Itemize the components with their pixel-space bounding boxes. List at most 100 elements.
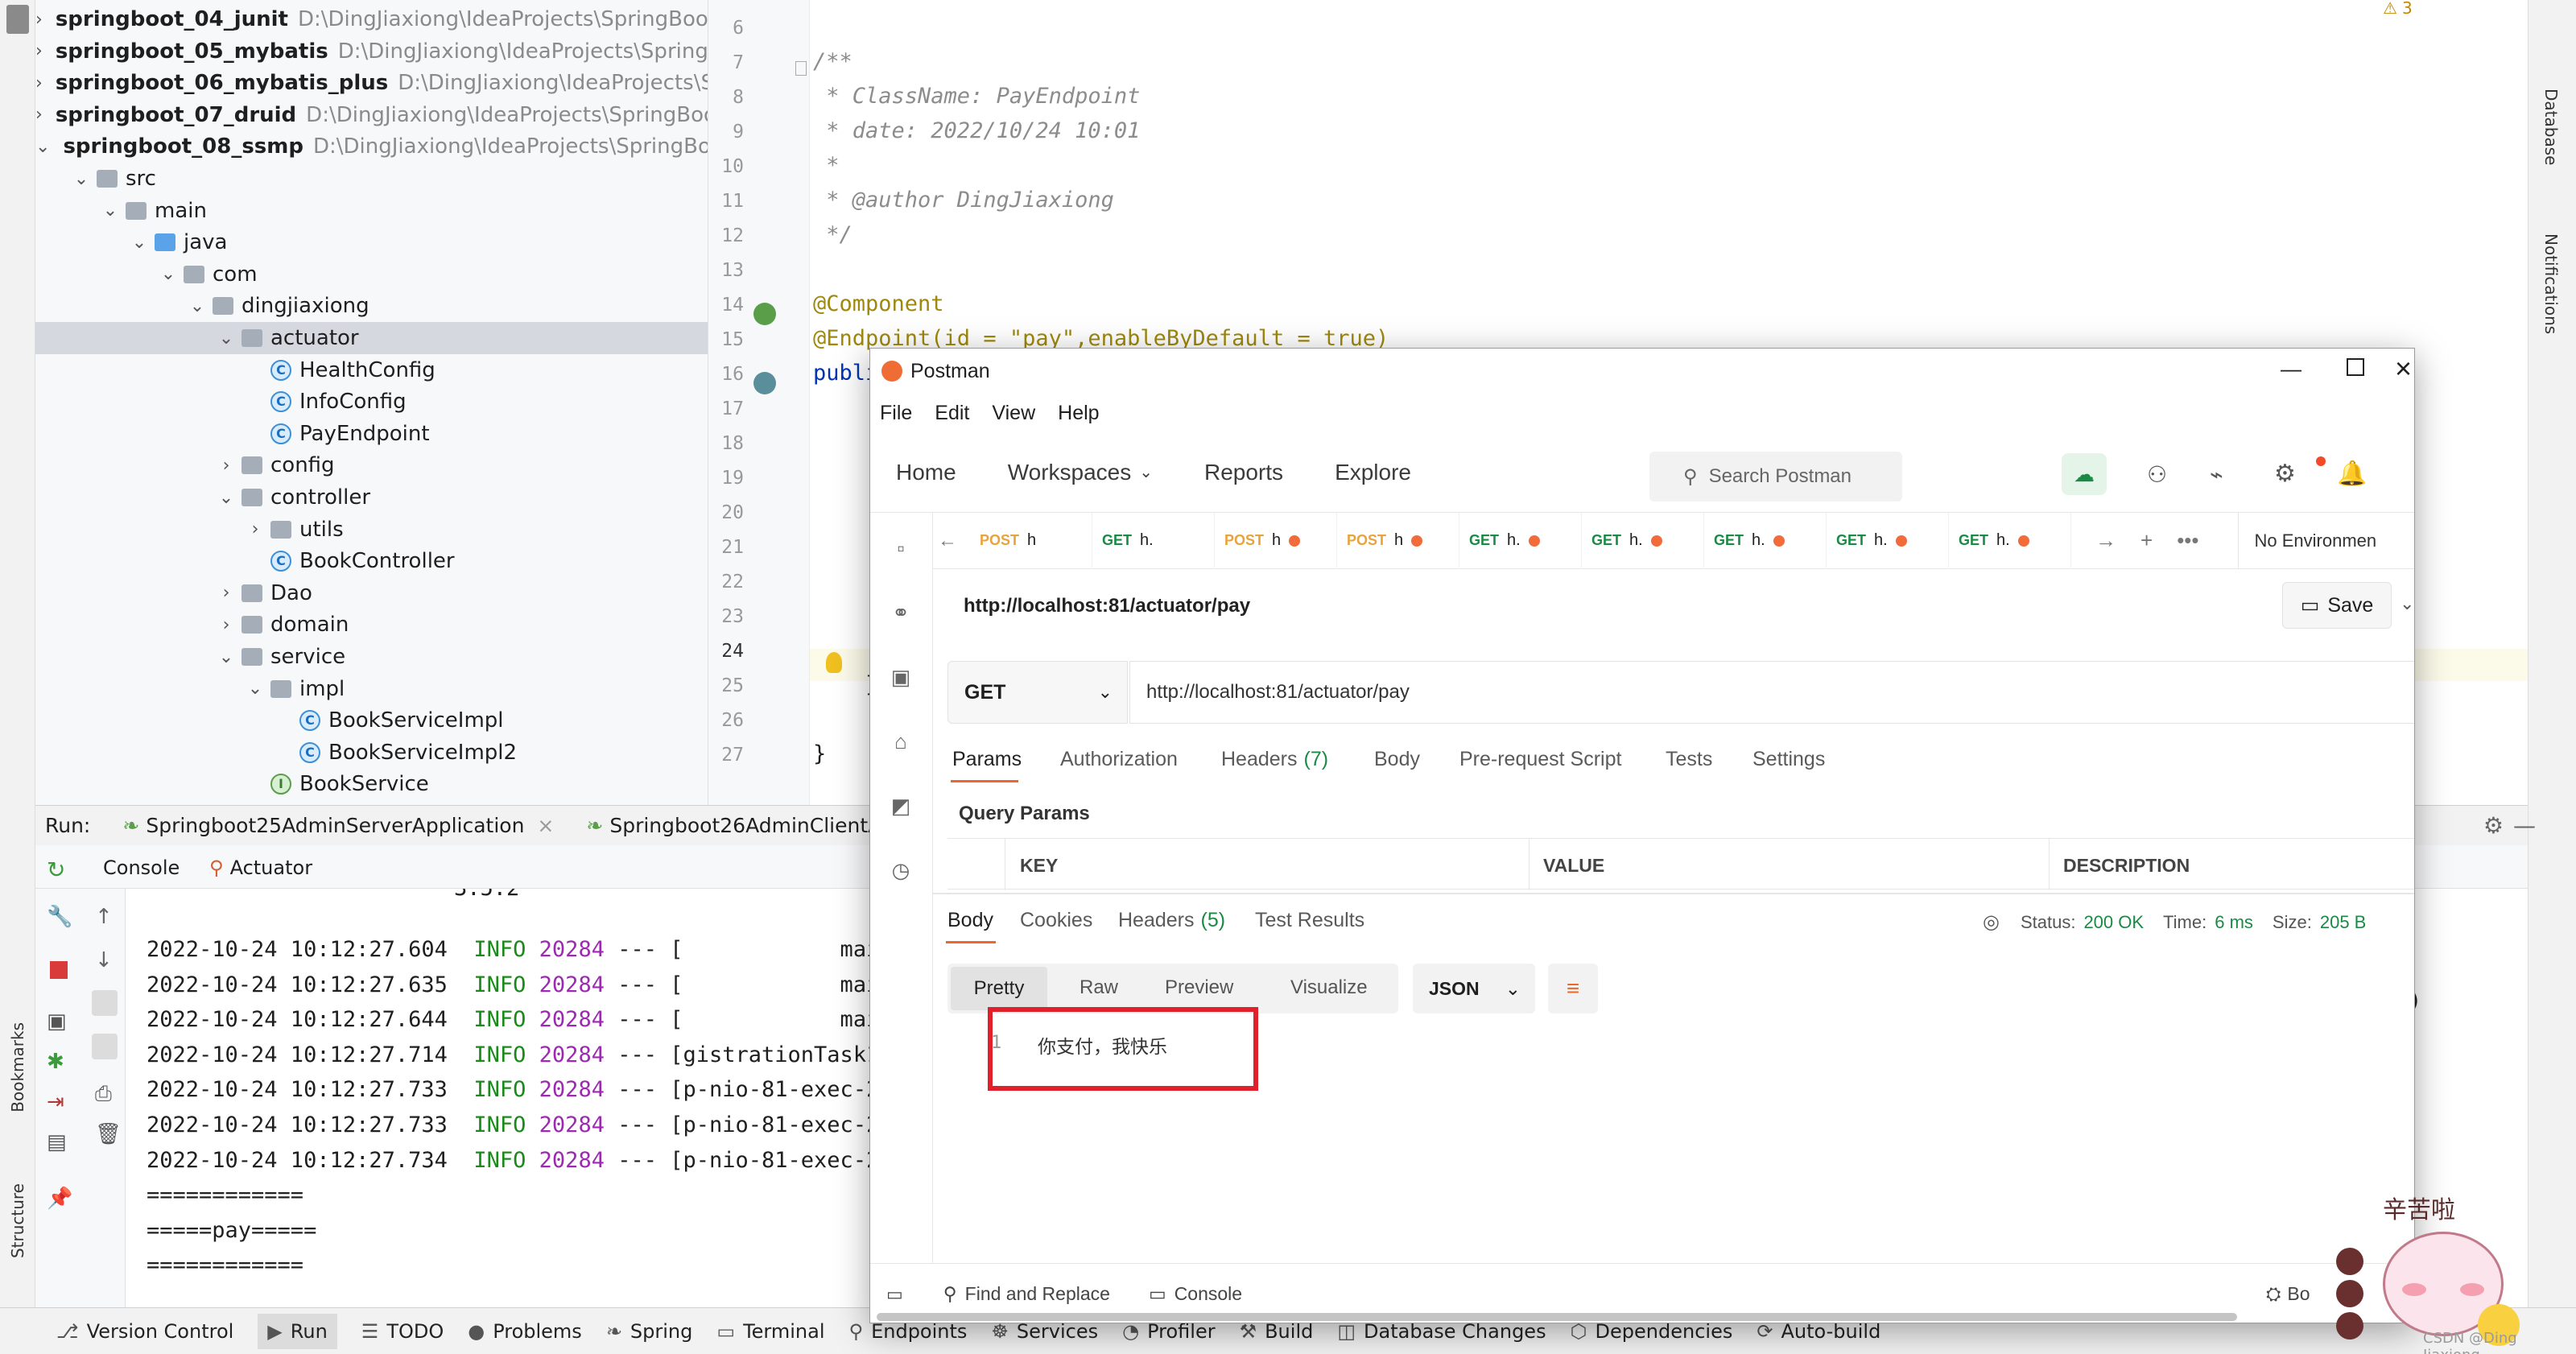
chevron-down-icon[interactable]: ⌄ [216,328,237,349]
settings-icon[interactable]: ⚙ [2274,460,2296,488]
login-icon[interactable]: ⇥ [47,1090,64,1114]
tree-item[interactable]: ⌄ springboot_08_ssmp D:\DingJiaxiong\IdeaP… [35,130,708,163]
bell-icon[interactable]: 🔔 [2337,460,2367,488]
settings-gear-icon[interactable]: ⚙ [2483,812,2504,839]
tree-item[interactable]: › springboot_06_mybatis_plus D:\DingJiaxio… [35,67,708,99]
menu-view[interactable]: View [992,402,1035,425]
tree-item[interactable]: › utils [35,514,708,546]
chevron-down-icon[interactable]: ⌄ [35,137,50,157]
scroll-to-end-icon[interactable] [92,1034,118,1059]
bottom-tool-run[interactable]: ▶ Run [258,1313,337,1349]
response-tab-test-results[interactable]: Test Results [1255,909,1364,932]
tree-item[interactable]: ⌄ controller [35,481,708,514]
chevron-right-icon[interactable]: › [35,10,43,30]
chevron-down-icon[interactable]: ⌄ [100,200,121,221]
tree-item[interactable]: › springboot_05_mybatis D:\DingJiaxiong\Id… [35,35,708,68]
forward-arrow-icon[interactable]: → [2095,528,2116,553]
trash-icon[interactable]: 🗑 [95,1122,122,1146]
scroll-up-icon[interactable]: ↑ [95,905,113,929]
tab-console[interactable]: Console [103,857,180,879]
chevron-down-icon[interactable]: ⌄ [129,233,150,253]
chevron-right-icon[interactable]: › [35,105,43,125]
chevron-down-icon[interactable]: ⌄ [245,679,266,699]
collections-icon[interactable]: ▫ [886,534,915,563]
request-tab[interactable]: GET h. [1092,512,1215,569]
tab-settings[interactable]: Settings [1752,748,1825,771]
response-tab-cookies[interactable]: Cookies [1020,909,1092,932]
tree-item[interactable]: C PayEndpoint [35,418,708,450]
history-icon[interactable]: ◷ [886,856,915,885]
bottom-tool-problems[interactable]: ● Problems [468,1320,582,1343]
wrap-lines-icon[interactable]: ≡ [1548,964,1598,1013]
minimize-icon[interactable]: — [2513,812,2536,839]
status-value[interactable]: 200 OK [2083,912,2144,933]
tree-item[interactable]: ⌄ impl [35,673,708,705]
endpoint-icon[interactable] [753,372,776,394]
bootcamp-button[interactable]: ⛭ Bo [2266,1283,2310,1305]
view-pretty[interactable]: Pretty [951,967,1047,1010]
pin-icon[interactable]: 📌 [47,1187,72,1211]
tree-item[interactable]: ⌄ com [35,258,708,291]
tree-item[interactable]: › springboot_04_junit D:\DingJiaxiong\Idea… [35,3,708,35]
response-tab-body[interactable]: Body [947,909,993,932]
run-config-tab-2[interactable]: ❧ Springboot26AdminClientApp [586,814,907,837]
database-tool-button[interactable]: Database [2541,89,2561,165]
tree-item[interactable]: › Dao [35,577,708,609]
invite-user-icon[interactable]: ⚇ [2147,461,2167,488]
window-close-button[interactable]: × [2395,352,2412,386]
tree-item[interactable]: I BookService [35,768,708,800]
tab-actuator[interactable]: ⚲ Actuator [209,857,312,879]
nav-explore[interactable]: Explore [1335,460,1411,485]
print-icon[interactable]: ⎙ [95,1082,112,1107]
bottom-tool-version-control[interactable]: ⎇ Version Control [56,1320,233,1343]
scroll-down-icon[interactable]: ↓ [95,948,113,972]
bottom-tool-todo[interactable]: ☰ TODO [361,1320,444,1343]
fold-marker-icon[interactable] [795,61,807,76]
tree-item[interactable]: ⌄ dingjiaxiong [35,290,708,322]
tree-item[interactable]: › domain [35,609,708,641]
tree-item[interactable]: ⌄ actuator [35,322,708,354]
project-tool-button[interactable] [6,5,29,34]
bottom-tool-terminal[interactable]: ▭ Terminal [716,1320,824,1343]
format-select[interactable]: JSON ⌄ [1413,964,1535,1013]
tree-item[interactable]: ⌄ main [35,195,708,227]
request-tab[interactable]: GET h. [1827,512,1949,569]
menu-help[interactable]: Help [1058,402,1099,425]
tab-params[interactable]: Params [952,748,1022,771]
tree-item[interactable]: C BookServiceImpl [35,704,708,737]
request-tab[interactable]: POST h [1215,512,1337,569]
chevron-right-icon[interactable]: › [216,456,237,476]
tree-item[interactable]: C BookServiceImpl2 [35,737,708,769]
tree-item[interactable]: C BookController [35,545,708,577]
request-name[interactable]: http://localhost:81/actuator/pay [964,595,1250,617]
structure-tool-button[interactable]: Structure [8,1183,27,1258]
chevron-down-icon[interactable]: ⌄ [71,169,92,189]
menu-edit[interactable]: Edit [935,402,969,425]
mock-servers-icon[interactable]: ⌂ [886,727,915,756]
request-tab[interactable]: POST h [970,512,1092,569]
chevron-down-icon[interactable]: ⌄ [158,264,179,284]
warnings-indicator[interactable]: ⚠ 3 [2383,0,2413,18]
url-input[interactable]: http://localhost:81/actuator/pay [1129,661,2414,724]
response-tab-headers[interactable]: Headers (5) [1118,909,1225,932]
tab-tests[interactable]: Tests [1666,748,1712,771]
tab-prerequest[interactable]: Pre-request Script [1459,748,1621,771]
close-icon[interactable]: × [537,814,554,837]
view-raw[interactable]: Raw [1080,976,1118,999]
chevron-down-icon[interactable]: ⌄ [216,488,237,508]
tree-item[interactable]: ⌄ java [35,226,708,258]
wrench-icon[interactable]: 🔧 [47,905,72,929]
tree-item[interactable]: › config [35,449,708,481]
debug-icon[interactable]: ✱ [47,1050,64,1074]
intention-bulb-icon[interactable] [826,652,842,673]
chevron-down-icon[interactable]: ⌄ [216,647,237,667]
request-tab[interactable]: POST h [1337,512,1459,569]
layout-icon[interactable]: ▤ [47,1130,67,1154]
bottom-tool-spring[interactable]: ❧ Spring [606,1320,693,1343]
chevron-down-icon[interactable]: ⌄ [187,296,208,316]
bookmarks-tool-button[interactable]: Bookmarks [8,1022,27,1113]
save-button[interactable]: ▭ Save [2282,582,2392,629]
view-preview[interactable]: Preview [1165,976,1233,999]
tab-headers[interactable]: Headers (7) [1221,748,1328,771]
time-value[interactable]: 6 ms [2215,912,2253,933]
